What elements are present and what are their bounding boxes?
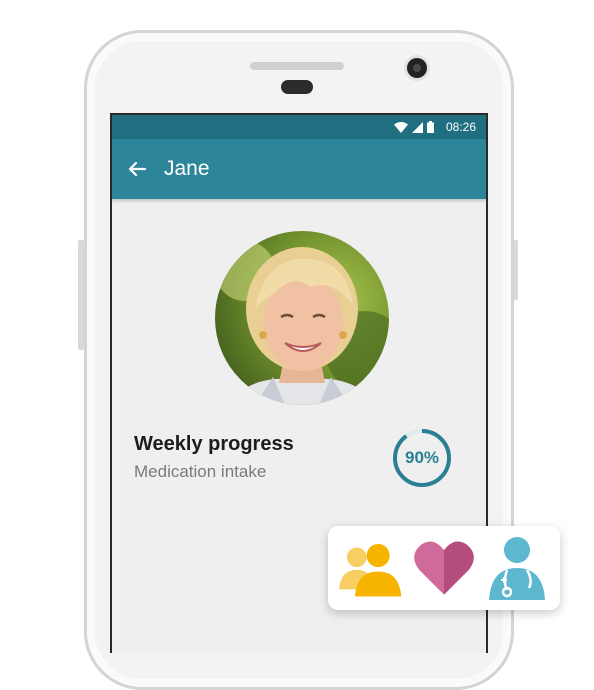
front-camera — [407, 58, 427, 78]
heart-icon — [414, 541, 474, 595]
progress-percent: 90% — [404, 448, 440, 467]
status-bar: 08:26 — [112, 115, 486, 139]
group-icon — [338, 544, 401, 597]
proximity-sensor — [281, 80, 313, 94]
wifi-icon — [393, 121, 408, 133]
doctor-icon — [489, 537, 546, 600]
cell-signal-icon — [411, 121, 423, 133]
speaker-grille — [250, 62, 344, 70]
heart-button[interactable] — [412, 536, 476, 600]
page-title: Jane — [164, 157, 210, 180]
feature-icons-card — [328, 526, 560, 610]
avatar — [215, 231, 389, 405]
battery-icon — [426, 121, 434, 133]
doctor-button[interactable] — [485, 536, 549, 600]
back-button[interactable] — [126, 158, 148, 180]
app-bar: Jane — [112, 139, 486, 199]
status-time: 08:26 — [445, 120, 476, 134]
arrow-back-icon — [128, 161, 146, 177]
group-button[interactable] — [338, 536, 403, 600]
progress-ring: 90% — [391, 427, 453, 489]
